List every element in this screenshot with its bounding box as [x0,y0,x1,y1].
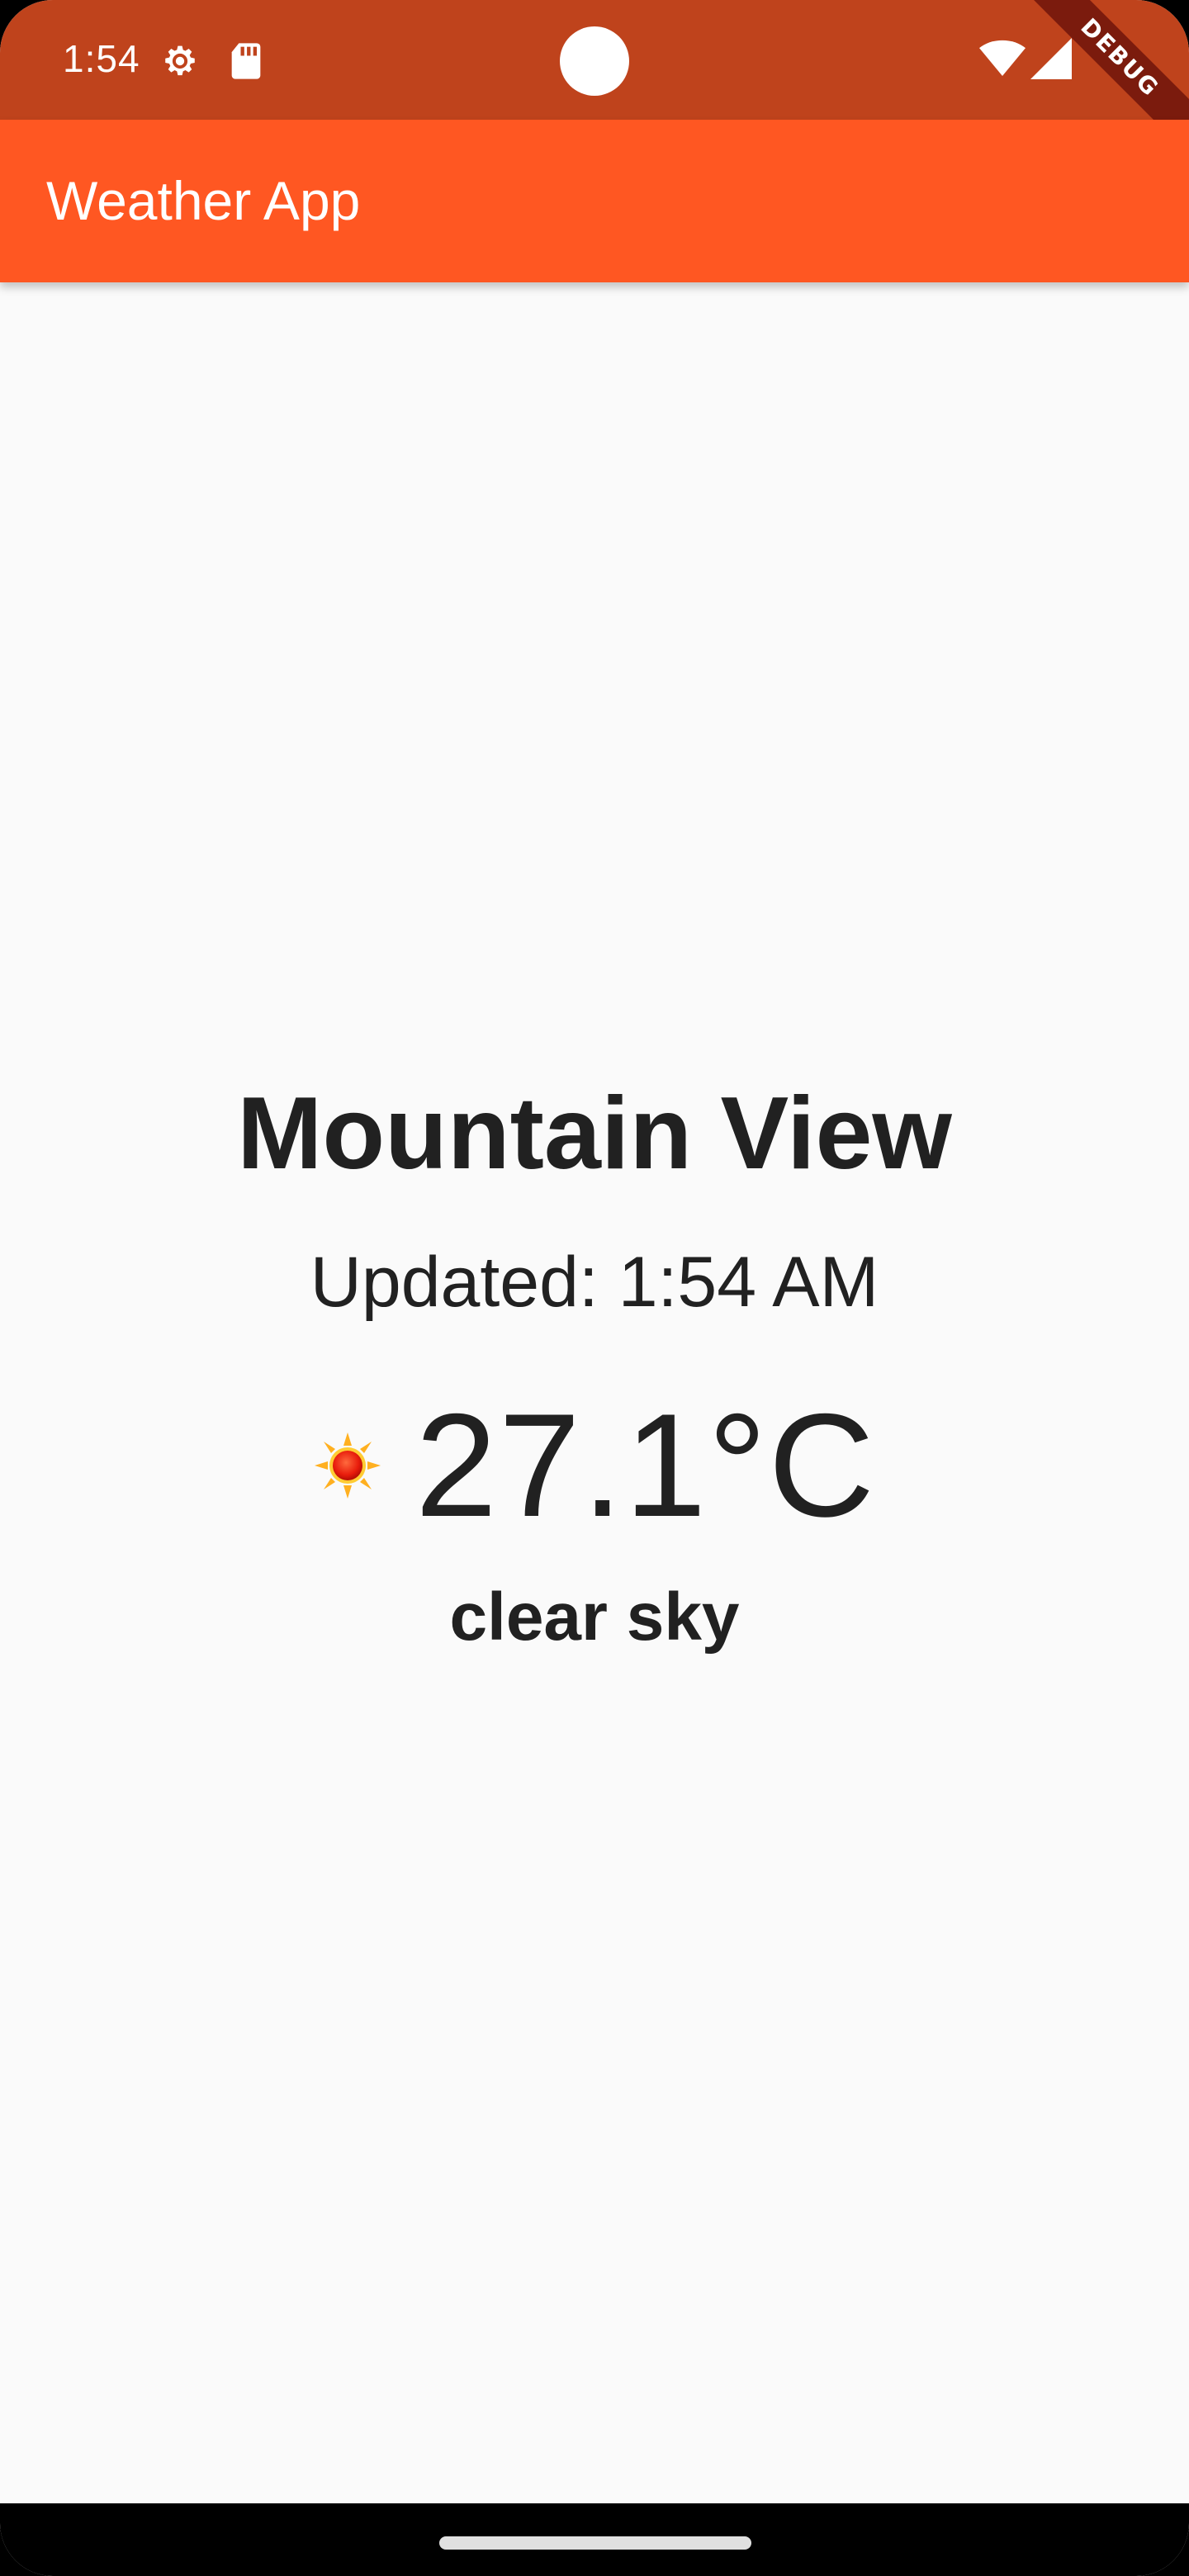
sun-icon [313,1431,382,1500]
updated-time: Updated: 1:54 AM [310,1243,879,1322]
phone-screen: 1:54 DEBUG Weather App Mountain View Upd… [0,0,1189,2576]
sd-card-icon [228,40,264,87]
settings-gear-icon [159,40,201,87]
home-gesture-handle[interactable] [439,2536,751,2550]
weather-condition: clear sky [449,1579,740,1655]
app-title: Weather App [46,170,361,231]
status-bar: 1:54 DEBUG [0,0,1189,172]
city-name: Mountain View [237,1077,952,1191]
front-camera-cutout [560,26,629,96]
wifi-icon [979,38,1026,83]
cellular-signal-icon [1030,38,1072,83]
navigation-bar [0,2503,1189,2576]
temperature: 27.1°C [414,1383,877,1547]
weather-content: Mountain View Updated: 1:54 AM 27.1°C cl… [0,282,1189,2503]
temperature-row: 27.1°C [0,1380,1189,1547]
status-time: 1:54 [63,37,140,80]
app-bar: Weather App [0,120,1189,282]
